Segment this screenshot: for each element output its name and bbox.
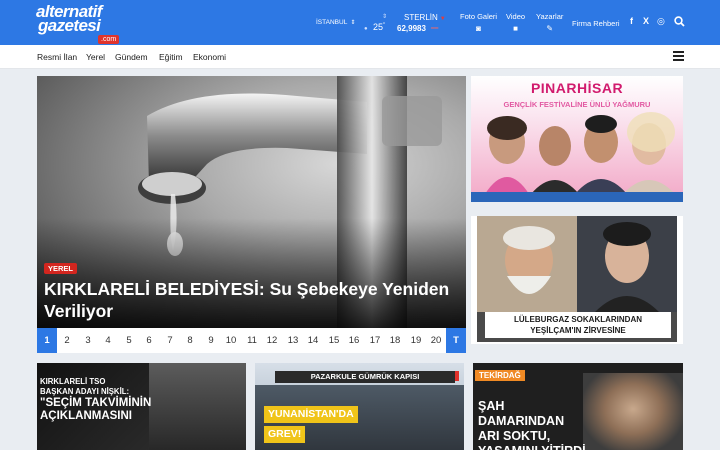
- temperature-value: 25: [373, 22, 384, 32]
- portrait-photos: [477, 216, 677, 312]
- hamburger-menu-icon[interactable]: [673, 51, 684, 61]
- slider-page-18[interactable]: 18: [385, 328, 405, 353]
- weather-icon: ●: [364, 26, 368, 32]
- slider-page-17[interactable]: 17: [365, 328, 385, 353]
- search-icon[interactable]: [674, 16, 685, 27]
- hero-headline[interactable]: KIRKLARELİ BELEDİYESİ: Su Şebekeye Yenid…: [44, 278, 462, 322]
- slider-page-20[interactable]: 20: [426, 328, 446, 353]
- nav-yerel[interactable]: Yerel: [86, 52, 105, 62]
- news-card-tekirdag[interactable]: TEKİRDAĞ ŞAH DAMARINDAN ARI SOKTU, YAŞAM…: [473, 363, 683, 450]
- nav-foto-galeri-label: Foto Galeri: [460, 12, 498, 21]
- card-label-1: YUNANİSTAN'DA: [264, 406, 358, 423]
- yesilcam-news-card[interactable]: LÜLEBURGAZ SOKAKLARINDAN YEŞİLÇAM'IN ZİR…: [471, 216, 683, 344]
- headline-line-2: AÇIKLANMASINI: [40, 410, 132, 422]
- customs-sign: PAZARKULE GÜMRÜK KAPISI: [275, 371, 455, 383]
- chevron-updown-icon: ⇕: [350, 20, 356, 26]
- slider-page-15[interactable]: 15: [324, 328, 344, 353]
- nav-gundem[interactable]: Gündem: [115, 52, 148, 62]
- slider-page-8[interactable]: 8: [180, 328, 200, 353]
- slider-page-6[interactable]: 6: [139, 328, 159, 353]
- slider-page-13[interactable]: 13: [283, 328, 303, 353]
- firma-rehberi-link[interactable]: Firma Rehberi: [572, 19, 620, 28]
- ad-footer-bar: [471, 192, 683, 202]
- temperature-unit: °: [383, 22, 386, 28]
- facebook-icon[interactable]: f: [630, 16, 633, 26]
- city-name: İSTANBUL: [316, 19, 348, 26]
- slider-page-9[interactable]: 9: [201, 328, 221, 353]
- slider-page-10[interactable]: 10: [221, 328, 241, 353]
- card-photo: [583, 373, 683, 450]
- weather-arrow-icon: ⇕: [382, 14, 388, 20]
- slider-page-12[interactable]: 12: [262, 328, 282, 353]
- ad-subtitle: GENÇLİK FESTİVALİNE ÜNLÜ YAĞMURU: [503, 100, 651, 109]
- temperature-readout: 25°: [373, 22, 385, 32]
- ad-title: PINARHİSAR: [530, 80, 624, 96]
- kicker-line-1: KIRKLARELİ TSO: [40, 377, 106, 386]
- nav-foto-galeri[interactable]: Foto Galeri ◙: [460, 12, 497, 33]
- camera-icon: ◙: [476, 24, 481, 33]
- slider-page-5[interactable]: 5: [119, 328, 139, 353]
- card-headline: "SEÇİM TAKVİMİNİN AÇIKLANMASINI: [40, 397, 151, 423]
- card-headline: ŞAH DAMARINDAN ARI SOKTU, YAŞAMINI YİTİR…: [478, 399, 586, 450]
- hero-category-tag[interactable]: YEREL: [44, 263, 78, 274]
- kicker-line-2: BAŞKAN ADAYI NİŞKİL:: [40, 387, 130, 396]
- city-selector[interactable]: İSTANBUL ⇕: [316, 19, 355, 26]
- slider-page-3[interactable]: 3: [78, 328, 98, 353]
- card-photo: [149, 363, 246, 450]
- card-label-2: GREV!: [264, 426, 306, 443]
- nav-yazarlar[interactable]: Yazarlar ✎: [536, 12, 563, 33]
- trend-down-icon: ▼: [439, 16, 446, 22]
- caption-line-2: YEŞİLÇAM'IN ZİRVESİNE: [530, 326, 626, 335]
- news-card-pazarkule[interactable]: PAZARKULE GÜMRÜK KAPISI YUNANİSTAN'DA GR…: [255, 363, 464, 450]
- slider-page-16[interactable]: 16: [344, 328, 364, 353]
- category-nav: Resmi İlan Yerel Gündem Eğitim Ekonomi: [0, 45, 720, 69]
- card-kicker: KIRKLARELİ TSO BAŞKAN ADAYI NİŞKİL:: [40, 377, 129, 397]
- headline-line-1: "SEÇİM TAKVİMİNİN: [40, 397, 152, 409]
- site-logo[interactable]: alternatif gazetesi .com: [36, 3, 126, 44]
- caption-line-1: LÜLEBURGAZ SOKAKLARINDAN: [514, 315, 642, 324]
- slider-page-2[interactable]: 2: [57, 328, 77, 353]
- currency-value: 62,9983: [397, 24, 426, 33]
- slider-page-14[interactable]: 14: [303, 328, 323, 353]
- logo-tld: .com: [98, 35, 120, 44]
- x-twitter-icon[interactable]: X: [643, 16, 649, 26]
- instagram-icon[interactable]: ◎: [657, 16, 665, 27]
- nav-yazarlar-label: Yazarlar: [536, 12, 564, 21]
- video-icon: ■: [513, 24, 518, 33]
- logo-line-2: gazetesi: [38, 16, 101, 35]
- celebrity-photos: [485, 112, 675, 194]
- card-category-tag: TEKİRDAĞ: [475, 370, 525, 381]
- nav-resmi-ilan[interactable]: Resmi İlan: [37, 52, 77, 62]
- nav-egitim[interactable]: Eğitim: [159, 52, 183, 62]
- slider-page-1[interactable]: 1: [37, 328, 57, 353]
- festival-ad-banner[interactable]: PINARHİSAR GENÇLİK FESTİVALİNE ÜNLÜ YAĞM…: [471, 76, 683, 202]
- nav-video-label: Video: [506, 12, 526, 21]
- nav-video[interactable]: Video ■: [506, 12, 525, 33]
- slider-page-4[interactable]: 4: [98, 328, 118, 353]
- slider-page-7[interactable]: 7: [160, 328, 180, 353]
- slider-page-19[interactable]: 19: [406, 328, 426, 353]
- slider-pagination: 1 2 3 4 5 6 7 8 9 10 11 12 13 14 15 16 1…: [37, 328, 466, 353]
- top-header-bar: alternatif gazetesi .com İSTANBUL ⇕ ⇕ ● 2…: [0, 0, 720, 45]
- news-card-tso[interactable]: KIRKLARELİ TSO BAŞKAN ADAYI NİŞKİL: "SEÇ…: [37, 363, 246, 450]
- currency-label[interactable]: STERLİN ▼: [404, 13, 446, 22]
- currency-change: ━━: [431, 26, 439, 32]
- pen-icon: ✎: [546, 24, 554, 33]
- nav-ekonomi[interactable]: Ekonomi: [193, 52, 226, 62]
- slider-page-11[interactable]: 11: [242, 328, 262, 353]
- news-caption: LÜLEBURGAZ SOKAKLARINDAN YEŞİLÇAM'IN ZİR…: [485, 312, 671, 338]
- slider-page-all[interactable]: T: [446, 328, 466, 353]
- currency-name: STERLİN: [404, 13, 438, 22]
